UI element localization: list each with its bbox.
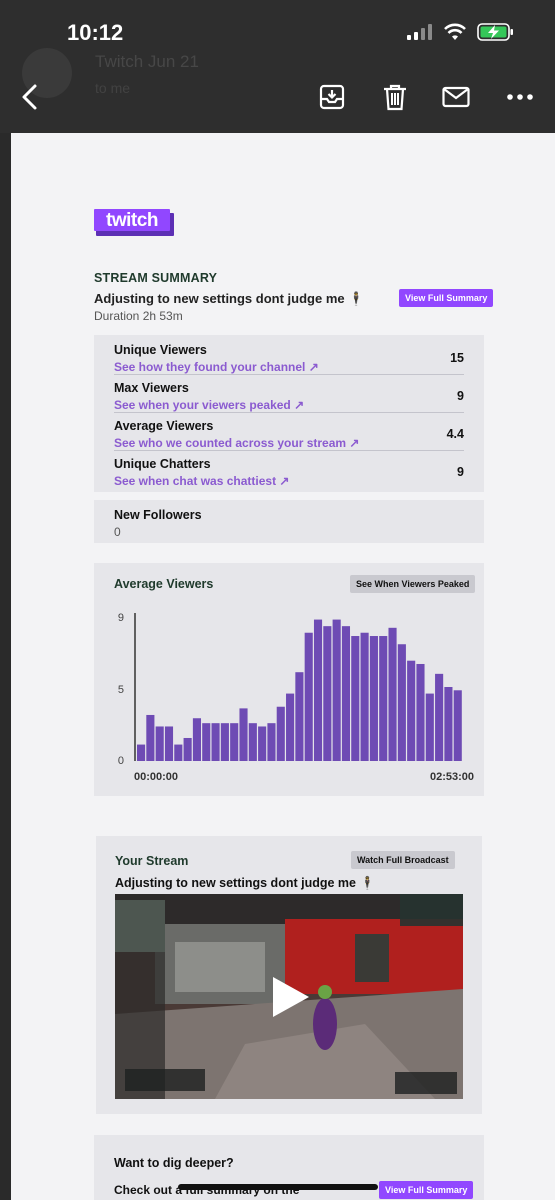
view-full-summary-button[interactable]: View Full Summary <box>399 289 494 307</box>
more-horizontal-icon[interactable] <box>505 82 535 112</box>
dig-deeper-question: Want to dig deeper? <box>114 1156 234 1170</box>
archive-icon[interactable] <box>317 82 347 112</box>
recipient-line: to me <box>95 80 131 96</box>
chart-bar <box>323 626 332 761</box>
chart-title: Average Viewers <box>114 577 214 591</box>
chart-bar <box>230 723 239 761</box>
status-icons <box>407 22 515 42</box>
stat-row: Unique Chatters See when chat was chatti… <box>114 451 464 489</box>
y-tick-label: 9 <box>117 612 124 624</box>
home-indicator <box>178 1184 378 1190</box>
stat-value: 9 <box>457 389 464 403</box>
chart-bar <box>202 723 211 761</box>
stat-link[interactable]: See when your viewers peaked ↗ <box>114 398 304 412</box>
stream-title: Adjusting to new settings dont judge me … <box>94 291 365 306</box>
svg-text:twitch: twitch <box>106 210 158 231</box>
chart-bar <box>276 706 285 761</box>
stat-value: 9 <box>457 465 464 479</box>
chart-bar <box>220 723 229 761</box>
chart-bar <box>239 708 248 761</box>
stats-panel: Unique Viewers See how they found your c… <box>94 335 484 492</box>
section-title: STREAM SUMMARY <box>94 271 218 285</box>
stat-link[interactable]: See when chat was chattiest ↗ <box>114 474 289 488</box>
chart-bar <box>351 636 360 761</box>
y-tick-label: 5 <box>117 684 124 696</box>
chart-bar <box>295 672 304 761</box>
chart-bar <box>388 627 397 761</box>
chart-bar <box>416 663 425 761</box>
play-icon[interactable] <box>267 974 313 1020</box>
average-viewers-chart-panel: Average Viewers See When Viewers Peaked … <box>94 563 484 796</box>
followers-label: New Followers <box>114 508 202 522</box>
chart-bar <box>164 726 174 761</box>
watch-full-broadcast-button[interactable]: Watch Full Broadcast <box>351 851 455 869</box>
chart-bar <box>304 632 313 761</box>
left-edge <box>0 133 11 1200</box>
chart-bar <box>183 737 192 761</box>
stat-label: Unique Viewers <box>114 343 207 357</box>
chart-bar <box>444 687 453 761</box>
stat-label: Max Viewers <box>114 381 189 395</box>
chart-bar <box>155 726 164 761</box>
stat-label: Unique Chatters <box>114 457 211 471</box>
stat-row: Max Viewers See when your viewers peaked… <box>114 375 464 413</box>
stat-row: Average Viewers See who we counted acros… <box>114 413 464 451</box>
x-start-label: 00:00:00 <box>134 771 179 783</box>
bar-chart <box>134 613 462 761</box>
chart-bar <box>248 723 257 761</box>
stat-value: 15 <box>450 351 464 365</box>
chart-bar <box>407 660 416 761</box>
trash-icon[interactable] <box>380 82 410 112</box>
wifi-icon <box>444 23 466 40</box>
chart-bar <box>286 693 295 761</box>
chart-bar <box>258 726 267 761</box>
stream-name: Adjusting to new settings dont judge me … <box>115 876 376 890</box>
chart-bar <box>360 632 369 761</box>
cellular-signal-icon <box>407 24 432 40</box>
sender-name: Twitch Jun 21 <box>95 52 199 71</box>
dig-deeper-panel: Want to dig deeper? Check out a full sum… <box>94 1135 484 1200</box>
chart-bar <box>192 718 201 761</box>
chart-bar <box>211 723 220 761</box>
stat-label: Average Viewers <box>114 419 214 433</box>
stream-duration: Duration 2h 53m <box>94 309 183 323</box>
your-stream-panel: Your Stream Watch Full Broadcast Adjusti… <box>96 836 482 1114</box>
status-time: 10:12 <box>67 20 124 45</box>
chart-bar <box>369 636 378 761</box>
mail-toolbar: 10:12 Twitch Jun 21 to me <box>0 0 555 133</box>
chart-bar <box>267 723 276 761</box>
chart-bar <box>397 644 406 761</box>
see-when-viewers-peaked-button[interactable]: See When Viewers Peaked <box>350 575 476 593</box>
chart-bar <box>146 714 155 761</box>
chart-bar <box>341 626 351 761</box>
followers-value: 0 <box>114 525 121 539</box>
chart-bar <box>137 744 146 761</box>
email-body: twitch STREAM SUMMARY Adjusting to new s… <box>11 133 555 1200</box>
chart-bar <box>174 744 183 761</box>
chart-bar <box>435 673 444 761</box>
chart-bar <box>313 619 323 761</box>
twitch-logo: twitch <box>94 209 174 236</box>
y-tick-label: 0 <box>117 755 124 767</box>
new-followers-panel: New Followers 0 <box>94 500 484 543</box>
video-thumbnail[interactable] <box>115 894 463 1099</box>
chart-bar <box>379 636 388 761</box>
chart-bar <box>332 619 341 761</box>
stat-link[interactable]: See who we counted across your stream ↗ <box>114 436 359 450</box>
battery-charging-icon <box>477 23 513 41</box>
stat-value: 4.4 <box>446 427 464 441</box>
stat-row: Unique Viewers See how they found your c… <box>114 337 464 375</box>
chart-bar <box>425 693 434 761</box>
chart-bar <box>453 690 462 761</box>
chevron-left-icon[interactable] <box>16 82 46 112</box>
mail-icon[interactable] <box>441 82 471 112</box>
x-end-label: 02:53:00 <box>429 771 474 783</box>
view-full-summary-button-bottom[interactable]: View Full Summary <box>379 1181 474 1199</box>
your-stream-title: Your Stream <box>115 854 189 868</box>
stat-link[interactable]: See how they found your channel ↗ <box>114 360 319 374</box>
